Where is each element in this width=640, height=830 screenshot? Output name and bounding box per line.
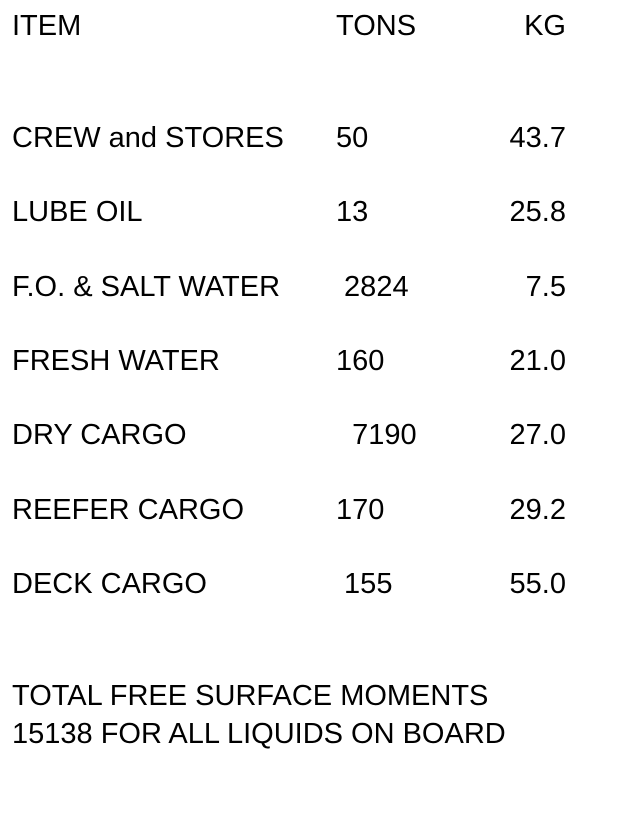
footer-line-1: TOTAL FREE SURFACE MOMENTS <box>12 680 489 712</box>
row-tons: 2824 <box>336 271 409 303</box>
header-kg: KG <box>524 10 566 42</box>
row-item: LUBE OIL <box>12 196 143 228</box>
header-tons: TONS <box>336 10 417 42</box>
load-table-document: ITEM TONS KG CREW and STORES 50 43.7 LUB… <box>0 0 640 830</box>
row-item: DECK CARGO <box>12 568 207 600</box>
row-tons: 160 <box>336 345 385 377</box>
row-kg: 21.0 <box>509 345 566 377</box>
row-kg: 27.0 <box>509 419 566 451</box>
row-tons: 7190 <box>336 419 417 451</box>
row-kg: 43.7 <box>509 122 566 154</box>
row-kg: 7.5 <box>525 271 566 303</box>
row-tons: 170 <box>336 494 385 526</box>
row-tons: 50 <box>336 122 369 154</box>
row-kg: 55.0 <box>509 568 566 600</box>
row-item: F.O. & SALT WATER <box>12 271 281 303</box>
row-item: DRY CARGO <box>12 419 187 451</box>
row-kg: 29.2 <box>509 494 566 526</box>
row-item: REEFER CARGO <box>12 494 245 526</box>
header-item: ITEM <box>12 10 82 42</box>
row-tons: 155 <box>336 568 393 600</box>
row-item: FRESH WATER <box>12 345 220 377</box>
row-item: CREW and STORES <box>12 122 284 154</box>
footer-line-2: 15138 FOR ALL LIQUIDS ON BOARD <box>12 718 506 750</box>
row-kg: 25.8 <box>509 196 566 228</box>
row-tons: 13 <box>336 196 369 228</box>
